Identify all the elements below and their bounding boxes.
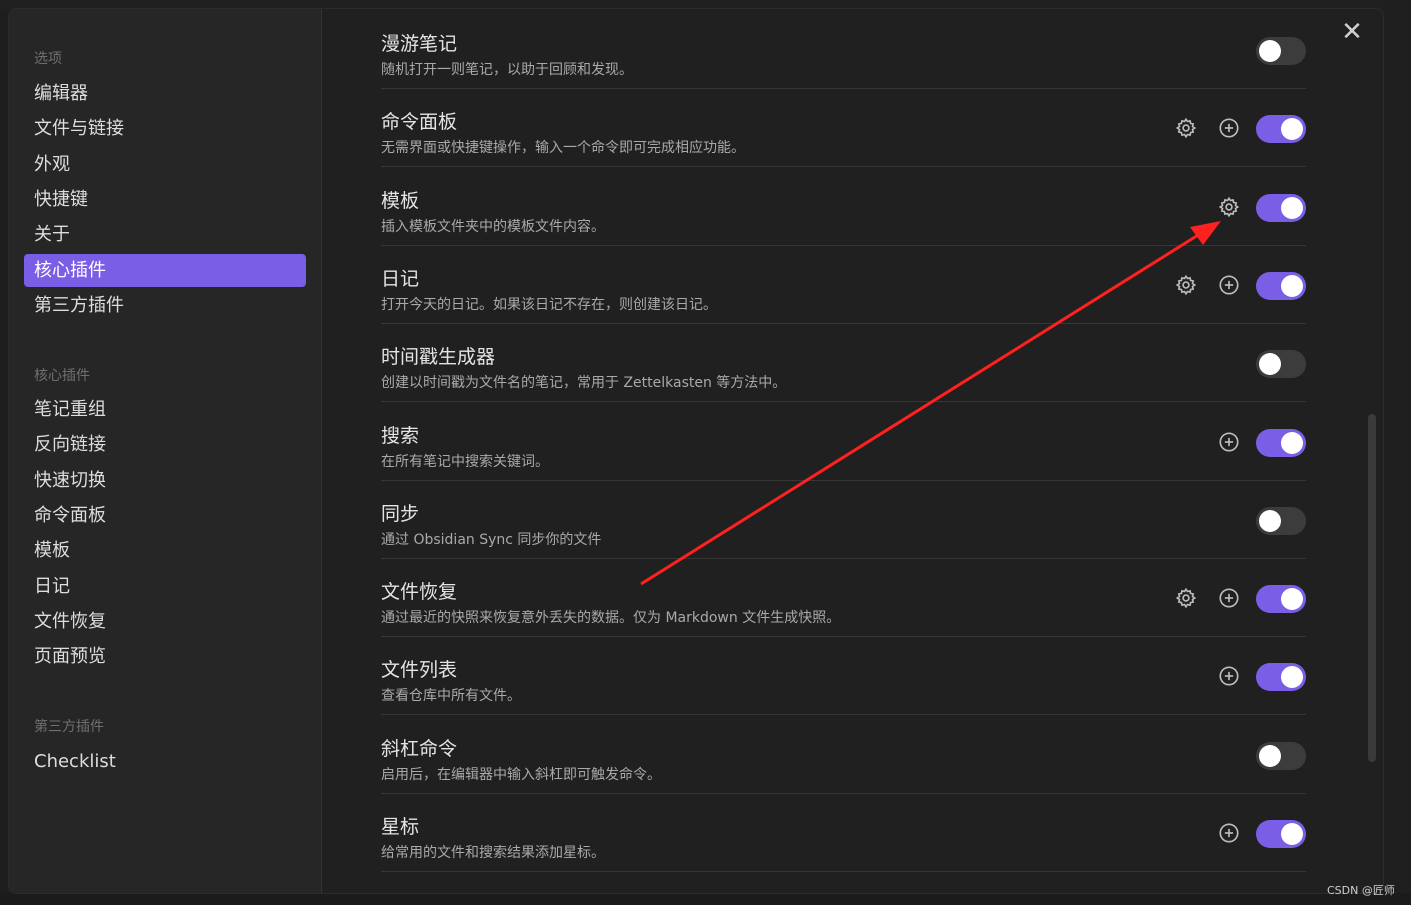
plugin-toggle[interactable] — [1256, 741, 1306, 770]
plugin-description: 插入模板文件夹中的模板文件内容。 — [381, 218, 605, 235]
plugin-title: 搜索 — [381, 424, 420, 447]
plugin-description: 无需界面或快捷键操作，输入一个命令即可完成相应功能。 — [381, 140, 745, 157]
plugin-row: 搜索在所有笔记中搜索关键词。 — [381, 403, 1306, 481]
plugin-description: 创建以时间戳为文件名的笔记，常用于 Zettelkasten 等方法中。 — [381, 375, 787, 392]
plugin-title: 斜杠命令 — [381, 737, 458, 760]
sidebar-core-item[interactable]: 命令面板 — [24, 499, 306, 532]
gear-icon[interactable] — [1175, 117, 1197, 139]
toggle-knob — [1281, 588, 1303, 611]
plugin-toggle[interactable] — [1256, 820, 1306, 848]
toggle-knob — [1259, 40, 1281, 62]
plugin-row: 命令面板无需界面或快捷键操作，输入一个命令即可完成相应功能。 — [381, 89, 1306, 168]
sidebar-core-item[interactable]: 笔记重组 — [24, 393, 306, 426]
plugin-title: 日记 — [381, 267, 420, 290]
sidebar-heading-core: 核心插件 — [34, 368, 90, 384]
toggle-knob — [1259, 744, 1281, 767]
background-app-edge — [1383, 0, 1411, 905]
sidebar-heading-third: 第三方插件 — [34, 719, 104, 735]
sidebar-heading-options: 选项 — [34, 51, 62, 67]
plugin-toggle[interactable] — [1256, 663, 1306, 692]
plugin-toggle[interactable] — [1256, 585, 1306, 614]
sidebar-option-item[interactable]: 编辑器 — [24, 77, 306, 110]
plugin-description: 在所有笔记中搜索关键词。 — [381, 453, 549, 470]
sidebar-core-item[interactable]: 快速切换 — [24, 464, 306, 497]
sidebar-third-item[interactable]: Checklist — [24, 745, 306, 778]
toggle-knob — [1281, 196, 1303, 219]
sidebar-option-item[interactable]: 外观 — [24, 148, 306, 181]
plugin-title: 同步 — [381, 502, 420, 525]
plus-circle-icon[interactable] — [1218, 822, 1240, 844]
toggle-knob — [1281, 118, 1303, 141]
plugin-row: 日记打开今天的日记。如果该日记不存在，则创建该日记。 — [381, 246, 1306, 324]
plugin-description: 启用后，在编辑器中输入斜杠即可触发命令。 — [381, 766, 661, 783]
plugin-toggle[interactable] — [1256, 350, 1306, 379]
plugin-row: 时间戳生成器创建以时间戳为文件名的笔记，常用于 Zettelkasten 等方法… — [381, 324, 1306, 403]
gear-icon[interactable] — [1175, 587, 1197, 609]
plugin-row: 文件恢复通过最近的快照来恢复意外丢失的数据。仅为 Markdown 文件生成快照… — [381, 559, 1306, 638]
toggle-knob — [1259, 353, 1281, 376]
plus-circle-icon[interactable] — [1218, 431, 1240, 453]
plugin-toggle[interactable] — [1256, 37, 1306, 65]
plugin-title: 星标 — [381, 816, 420, 838]
plus-circle-icon[interactable] — [1218, 587, 1240, 609]
plugin-row: 文件列表查看仓库中所有文件。 — [381, 637, 1306, 716]
plugin-list: 漫游笔记随机打开一则笔记，以助于回顾和发现。命令面板无需界面或快捷键操作，输入一… — [321, 9, 1383, 893]
plugin-title: 文件列表 — [381, 659, 458, 682]
plugin-toggle[interactable] — [1256, 428, 1306, 457]
toggle-knob — [1281, 823, 1303, 845]
gear-icon[interactable] — [1218, 196, 1240, 218]
plugin-row: 模板插入模板文件夹中的模板文件内容。 — [381, 168, 1306, 246]
plus-circle-icon[interactable] — [1218, 117, 1240, 139]
plugin-toggle[interactable] — [1256, 115, 1306, 144]
sidebar-option-item[interactable]: 关于 — [24, 218, 306, 251]
sidebar-core-item[interactable]: 日记 — [24, 570, 306, 603]
plugin-title: 模板 — [381, 189, 420, 212]
plugin-title: 漫游笔记 — [381, 33, 458, 55]
sidebar-core-item[interactable]: 页面预览 — [24, 640, 306, 673]
toggle-knob — [1281, 431, 1303, 454]
plugin-title: 文件恢复 — [381, 581, 458, 604]
plugin-description: 查看仓库中所有文件。 — [381, 688, 521, 705]
plugin-row: 同步通过 Obsidian Sync 同步你的文件 — [381, 481, 1306, 559]
sidebar-option-item[interactable]: 文件与链接 — [24, 112, 306, 145]
sidebar-option-item[interactable]: 第三方插件 — [24, 289, 306, 322]
settings-sidebar: 选项 编辑器 文件与链接 外观 快捷键 关于 核心插件 第三方插件 核心插件 笔记重组 反向链… — [9, 9, 322, 893]
plugin-row: 斜杠命令启用后，在编辑器中输入斜杠即可触发命令。 — [381, 716, 1306, 794]
sidebar-core-item[interactable]: 模板 — [24, 534, 306, 567]
watermark: CSDN @匠师 — [1327, 884, 1395, 897]
plus-circle-icon[interactable] — [1218, 274, 1240, 296]
background-app-bottom — [0, 893, 1411, 905]
plus-circle-icon[interactable] — [1218, 665, 1240, 687]
plugin-description: 通过最近的快照来恢复意外丢失的数据。仅为 Markdown 文件生成快照。 — [381, 610, 841, 627]
plugin-description: 随机打开一则笔记，以助于回顾和发现。 — [381, 62, 633, 78]
close-icon[interactable]: ✕ — [1339, 19, 1365, 45]
plugin-toggle[interactable] — [1256, 271, 1306, 300]
plugin-description: 打开今天的日记。如果该日记不存在，则创建该日记。 — [381, 296, 717, 313]
sidebar-core-item[interactable]: 文件恢复 — [24, 605, 306, 638]
settings-modal: 选项 编辑器 文件与链接 外观 快捷键 关于 核心插件 第三方插件 核心插件 笔记重组 反向链… — [8, 8, 1384, 894]
plugin-title: 时间戳生成器 — [381, 346, 496, 369]
sidebar-option-item[interactable]: 核心插件 — [24, 253, 306, 287]
toggle-knob — [1281, 666, 1303, 689]
plugin-description: 通过 Obsidian Sync 同步你的文件 — [381, 531, 602, 548]
toggle-knob — [1281, 274, 1303, 297]
sidebar-option-item[interactable]: 快捷键 — [24, 183, 306, 216]
sidebar-core-item[interactable]: 反向链接 — [24, 428, 306, 461]
plugin-title: 命令面板 — [381, 111, 458, 134]
plugin-row: 漫游笔记随机打开一则笔记，以助于回顾和发现。 — [381, 11, 1306, 89]
toggle-knob — [1259, 509, 1281, 532]
plugin-toggle[interactable] — [1256, 506, 1306, 535]
plugin-description: 给常用的文件和搜索结果添加星标。 — [381, 845, 605, 861]
scrollbar[interactable] — [1368, 414, 1376, 762]
plugin-toggle[interactable] — [1256, 193, 1306, 222]
gear-icon[interactable] — [1175, 274, 1197, 296]
plugin-row: 星标给常用的文件和搜索结果添加星标。 — [381, 794, 1306, 872]
